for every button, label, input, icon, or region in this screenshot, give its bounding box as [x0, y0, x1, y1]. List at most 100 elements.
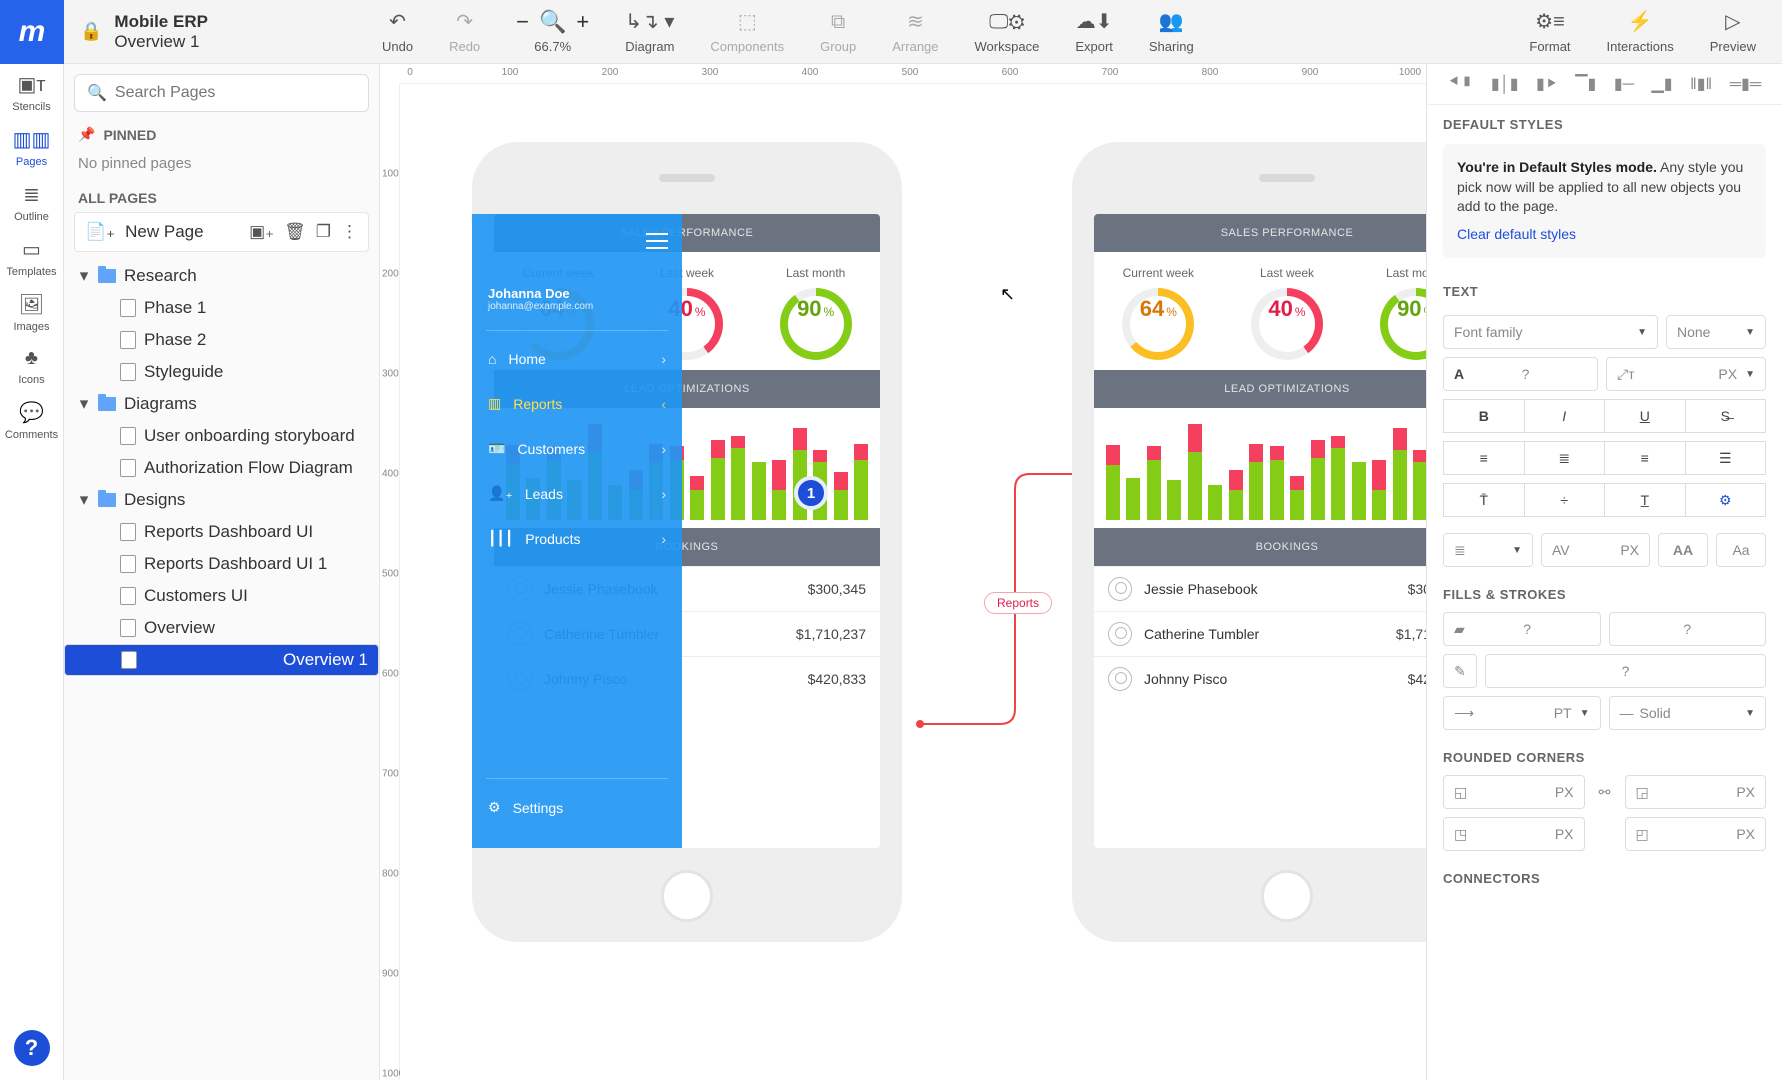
workspace-button[interactable]: 🖵⚙Workspace: [957, 0, 1058, 63]
images-tab[interactable]: 🖼Images: [13, 292, 49, 333]
stencils-tab[interactable]: ▣ᴛStencils: [12, 72, 51, 113]
page-overview[interactable]: Overview: [64, 612, 379, 644]
outline-tab[interactable]: ≣Outline: [14, 182, 49, 223]
strike-button[interactable]: S̶: [1686, 399, 1767, 433]
bar: [1208, 485, 1222, 520]
align-text-right[interactable]: ≡: [1605, 441, 1686, 475]
align-top-icon[interactable]: ▔▮: [1575, 74, 1596, 94]
search-input[interactable]: 🔍: [74, 74, 369, 112]
page-phase2[interactable]: Phase 2: [64, 324, 379, 356]
distribute-v-icon[interactable]: ═▮═: [1730, 74, 1761, 94]
align-center-h-icon[interactable]: ▮│▮: [1491, 74, 1519, 94]
booking-row[interactable]: Catherine Tumbler$1,710,237: [1094, 611, 1426, 656]
caps-button[interactable]: Aa: [1716, 533, 1766, 567]
stroke-width[interactable]: ⟶PT▼: [1443, 696, 1601, 730]
diagram-button[interactable]: ↳↴ ▾Diagram: [607, 0, 692, 63]
drawer-item[interactable]: 👤₊Leads›: [472, 471, 682, 516]
drawer-item[interactable]: ⌂Home›: [472, 337, 682, 381]
canvas-stage[interactable]: SALES PERFORMANCE Current week 64%Last w…: [400, 84, 1426, 1080]
page-reports-dash[interactable]: Reports Dashboard UI: [64, 516, 379, 548]
text-settings-gear[interactable]: ⚙: [1686, 483, 1767, 517]
align-middle-icon[interactable]: ▮─: [1614, 74, 1634, 94]
page-authflow[interactable]: Authorization Flow Diagram: [64, 452, 379, 484]
export-button[interactable]: ☁⬇Export: [1057, 0, 1131, 63]
clear-default-styles-link[interactable]: Clear default styles: [1457, 225, 1576, 245]
icons-tab[interactable]: ♣Icons: [18, 347, 44, 386]
italic-button[interactable]: I: [1525, 399, 1606, 433]
align-text-center[interactable]: ≣: [1525, 441, 1606, 475]
line-height-select[interactable]: ≣▼: [1443, 533, 1533, 567]
new-page-button[interactable]: 📄₊ New Page ▣₊ 🗑 ❐ ⋮: [74, 212, 369, 252]
page-user-onboarding[interactable]: User onboarding storyboard: [64, 420, 379, 452]
nav-drawer[interactable]: Johanna Doe johanna@example.com ⌂Home›▥R…: [472, 214, 682, 848]
components-button[interactable]: ⬚Components: [692, 0, 802, 63]
duplicate-icon[interactable]: ▣₊: [249, 222, 274, 242]
valign-top[interactable]: T̄: [1443, 483, 1525, 517]
app-logo[interactable]: m: [0, 0, 64, 64]
page-customers-ui[interactable]: Customers UI: [64, 580, 379, 612]
group-button[interactable]: ⧉Group: [802, 0, 874, 63]
pages-tab[interactable]: ▥▥Pages: [13, 127, 51, 168]
undo-button[interactable]: ↶Undo: [364, 0, 431, 63]
interactions-button[interactable]: ⚡Interactions: [1589, 0, 1692, 63]
corner-br[interactable]: ◰PX: [1625, 817, 1767, 851]
drawer-item[interactable]: 🪪Customers›: [472, 426, 682, 471]
preview-button[interactable]: ▷Preview: [1692, 0, 1774, 63]
corner-tl[interactable]: ◱PX: [1443, 775, 1585, 809]
mockup-phone-b[interactable]: SALES PERFORMANCE Current week 64%Last w…: [1072, 142, 1426, 942]
hamburger-icon[interactable]: [646, 228, 668, 254]
sharing-button[interactable]: 👥Sharing: [1131, 0, 1212, 63]
valign-bottom[interactable]: T̲: [1605, 483, 1686, 517]
align-left-icon[interactable]: ⯇▮: [1448, 74, 1474, 94]
delete-icon[interactable]: 🗑: [284, 222, 306, 242]
comments-tab[interactable]: 💬Comments: [5, 400, 58, 441]
drawer-item[interactable]: ▥Reports‹: [472, 381, 682, 426]
font-family-select[interactable]: Font family▼: [1443, 315, 1658, 349]
align-text-justify[interactable]: ☰: [1686, 441, 1767, 475]
text-color[interactable]: A?: [1443, 357, 1598, 391]
valign-middle[interactable]: ÷: [1525, 483, 1606, 517]
page-phase1[interactable]: Phase 1: [64, 292, 379, 324]
arrange-button[interactable]: ≋Arrange: [874, 0, 956, 63]
zoom-control[interactable]: −🔍+ 66.7%: [498, 0, 607, 63]
font-size-input[interactable]: ⤢ᴛPX▼: [1606, 357, 1766, 391]
help-button[interactable]: ?: [14, 1030, 50, 1066]
zoom-out-icon[interactable]: −: [516, 9, 529, 35]
zoom-in-icon[interactable]: +: [576, 9, 589, 35]
distribute-h-icon[interactable]: ‖▮‖: [1690, 74, 1712, 94]
page-overview1[interactable]: Overview 1: [64, 644, 379, 676]
font-weight-select[interactable]: None▼: [1666, 315, 1766, 349]
fill-color[interactable]: ▰?: [1443, 612, 1601, 646]
canvas[interactable]: 01002003004005006007008009001000 1002003…: [380, 64, 1426, 1080]
align-right-icon[interactable]: ▮⯈: [1536, 74, 1558, 94]
fill-opacity[interactable]: ?: [1609, 612, 1767, 646]
templates-tab[interactable]: ▭Templates: [6, 237, 56, 278]
corner-tr[interactable]: ◲PX: [1625, 775, 1767, 809]
mockup-phone-a[interactable]: SALES PERFORMANCE Current week 64%Last w…: [472, 142, 902, 942]
format-button[interactable]: ⚙≡Format: [1511, 0, 1588, 63]
stroke-style[interactable]: —Solid▼: [1609, 696, 1767, 730]
align-text-left[interactable]: ≡: [1443, 441, 1525, 475]
page-reports-dash1[interactable]: Reports Dashboard UI 1: [64, 548, 379, 580]
folder-research[interactable]: ▾Research: [64, 260, 379, 292]
drawer-item[interactable]: ┃┃┃Products›: [472, 516, 682, 561]
drawer-settings[interactable]: ⚙Settings: [472, 785, 682, 830]
stroke-color[interactable]: ✎: [1443, 654, 1477, 688]
booking-row[interactable]: Johnny Pisco$420,833: [1094, 656, 1426, 701]
bold-button[interactable]: B: [1443, 399, 1525, 433]
link-corners-icon[interactable]: ⚯: [1593, 775, 1617, 809]
stroke-value[interactable]: ?: [1485, 654, 1766, 688]
letter-spacing[interactable]: AVPX: [1541, 533, 1650, 567]
folder-designs[interactable]: ▾Designs: [64, 484, 379, 516]
folder-diagrams[interactable]: ▾Diagrams: [64, 388, 379, 420]
underline-button[interactable]: U: [1605, 399, 1686, 433]
page-styleguide[interactable]: Styleguide: [64, 356, 379, 388]
copy-icon[interactable]: ❐: [316, 222, 331, 242]
lock-icon[interactable]: 🔒: [80, 21, 102, 42]
align-bottom-icon[interactable]: ▁▮: [1652, 74, 1673, 94]
uppercase-button[interactable]: AA: [1658, 533, 1708, 567]
corner-bl[interactable]: ◳PX: [1443, 817, 1585, 851]
redo-button[interactable]: ↷Redo: [431, 0, 498, 63]
more-icon[interactable]: ⋮: [341, 222, 358, 242]
booking-row[interactable]: Jessie Phasebook$300,345: [1094, 566, 1426, 611]
